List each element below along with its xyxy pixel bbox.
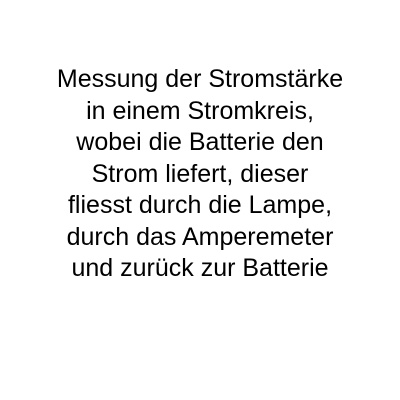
caption-line-7: und zurück zur Batterie [71,254,329,282]
page: Messung der Stromstärke in einem Stromkr… [0,0,400,400]
caption-line-2: in einem Stromkreis, [86,96,314,125]
caption-text: Messung der Stromstärke in einem Stromkr… [0,64,400,285]
caption-line-4: Strom liefert, dieser [91,159,309,188]
caption-line-5: fliesst durch die Lampe, [67,191,333,219]
caption-line-6: durch das Amperemeter [66,222,334,251]
caption-line-3: wobei die Batterie den [76,128,324,156]
caption-line-1: Messung der Stromstärke [56,65,344,93]
